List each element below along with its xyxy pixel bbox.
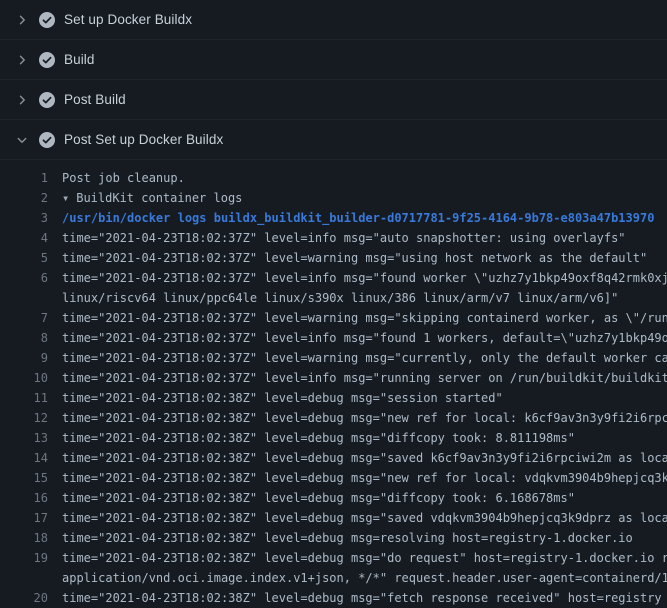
log-line: 4 time="2021-04-23T18:02:37Z" level=info… (0, 228, 667, 248)
log-line: 11 time="2021-04-23T18:02:38Z" level=deb… (0, 388, 667, 408)
caret-down-icon[interactable]: ▾ (62, 188, 69, 208)
step-section-build[interactable]: Build (0, 40, 667, 80)
chevron-right-icon (16, 54, 28, 66)
line-number[interactable]: 13 (0, 428, 48, 448)
chevron-right-icon (16, 94, 28, 106)
log-line: 5 time="2021-04-23T18:02:37Z" level=warn… (0, 248, 667, 268)
log-line: 9 time="2021-04-23T18:02:37Z" level=warn… (0, 348, 667, 368)
line-number[interactable]: 6 (0, 268, 48, 288)
actions-log-viewer: Set up Docker Buildx Build P (0, 0, 667, 608)
section-title: Build (64, 52, 95, 67)
log-text: time="2021-04-23T18:02:38Z" level=debug … (62, 508, 667, 528)
check-circle-icon (39, 12, 55, 28)
chevron-down-icon (16, 134, 28, 146)
log-line: 10 time="2021-04-23T18:02:37Z" level=inf… (0, 368, 667, 388)
log-text: time="2021-04-23T18:02:37Z" level=info m… (62, 368, 667, 388)
log-text: time="2021-04-23T18:02:38Z" level=debug … (62, 528, 633, 548)
line-number[interactable] (0, 568, 48, 588)
log-line: application/vnd.oci.image.index.v1+json,… (0, 568, 667, 588)
log-line: 6 time="2021-04-23T18:02:37Z" level=info… (0, 268, 667, 288)
log-line: 1 Post job cleanup. (0, 168, 667, 188)
section-title: Post Set up Docker Buildx (64, 132, 223, 147)
log-text: time="2021-04-23T18:02:38Z" level=debug … (62, 448, 667, 468)
log-line: 15 time="2021-04-23T18:02:38Z" level=deb… (0, 468, 667, 488)
line-number[interactable]: 3 (0, 208, 48, 228)
log-text: time="2021-04-23T18:02:38Z" level=debug … (62, 488, 575, 508)
line-number[interactable]: 9 (0, 348, 48, 368)
log-area: 1 Post job cleanup. 2 ▾ BuildKit contain… (0, 160, 667, 608)
log-line: 12 time="2021-04-23T18:02:38Z" level=deb… (0, 408, 667, 428)
line-number[interactable]: 16 (0, 488, 48, 508)
log-line: 2 ▾ BuildKit container logs (0, 188, 667, 208)
line-number[interactable]: 11 (0, 388, 48, 408)
line-number[interactable]: 2 (0, 188, 48, 208)
log-text: application/vnd.oci.image.index.v1+json,… (62, 568, 667, 588)
log-line: 19 time="2021-04-23T18:02:38Z" level=deb… (0, 548, 667, 568)
log-text: time="2021-04-23T18:02:38Z" level=debug … (62, 548, 667, 568)
log-line: 8 time="2021-04-23T18:02:37Z" level=info… (0, 328, 667, 348)
check-circle-icon (39, 52, 55, 68)
check-circle-icon (39, 132, 55, 148)
log-text: time="2021-04-23T18:02:37Z" level=info m… (62, 228, 626, 248)
section-title: Set up Docker Buildx (64, 12, 192, 27)
log-line: linux/riscv64 linux/ppc64le linux/s390x … (0, 288, 667, 308)
line-number[interactable]: 17 (0, 508, 48, 528)
line-number[interactable]: 12 (0, 408, 48, 428)
log-text: linux/riscv64 linux/ppc64le linux/s390x … (62, 288, 618, 308)
line-number[interactable]: 19 (0, 548, 48, 568)
log-line: 3 /usr/bin/docker logs buildx_buildkit_b… (0, 208, 667, 228)
log-line: 20 time="2021-04-23T18:02:38Z" level=deb… (0, 588, 667, 608)
log-line: 13 time="2021-04-23T18:02:38Z" level=deb… (0, 428, 667, 448)
log-text: time="2021-04-23T18:02:37Z" level=warnin… (62, 308, 667, 328)
line-number[interactable]: 7 (0, 308, 48, 328)
steps-list: Set up Docker Buildx Build P (0, 0, 667, 160)
log-line: 16 time="2021-04-23T18:02:38Z" level=deb… (0, 488, 667, 508)
log-text: time="2021-04-23T18:02:38Z" level=debug … (62, 428, 575, 448)
log-line: 7 time="2021-04-23T18:02:37Z" level=warn… (0, 308, 667, 328)
log-text: Post job cleanup. (62, 168, 185, 188)
line-number[interactable] (0, 288, 48, 308)
line-number[interactable]: 5 (0, 248, 48, 268)
step-section-set-up-docker-buildx[interactable]: Set up Docker Buildx (0, 0, 667, 40)
log-line: 14 time="2021-04-23T18:02:38Z" level=deb… (0, 448, 667, 468)
log-text: /usr/bin/docker logs buildx_buildkit_bui… (62, 208, 654, 228)
log-text: BuildKit container logs (76, 188, 242, 208)
log-text: time="2021-04-23T18:02:38Z" level=debug … (62, 468, 667, 488)
line-number[interactable]: 20 (0, 588, 48, 608)
log-text: time="2021-04-23T18:02:38Z" level=debug … (62, 408, 667, 428)
log-line: 18 time="2021-04-23T18:02:38Z" level=deb… (0, 528, 667, 548)
log-text: time="2021-04-23T18:02:37Z" level=info m… (62, 328, 667, 348)
log-text: time="2021-04-23T18:02:38Z" level=debug … (62, 588, 662, 608)
line-number[interactable]: 18 (0, 528, 48, 548)
log-text: time="2021-04-23T18:02:37Z" level=info m… (62, 268, 667, 288)
log-text: time="2021-04-23T18:02:37Z" level=warnin… (62, 348, 667, 368)
line-number[interactable]: 14 (0, 448, 48, 468)
step-section-post-build[interactable]: Post Build (0, 80, 667, 120)
chevron-right-icon (16, 14, 28, 26)
line-number[interactable]: 4 (0, 228, 48, 248)
line-number[interactable]: 8 (0, 328, 48, 348)
log-line: 17 time="2021-04-23T18:02:38Z" level=deb… (0, 508, 667, 528)
check-circle-icon (39, 92, 55, 108)
log-text: time="2021-04-23T18:02:38Z" level=debug … (62, 388, 503, 408)
line-number[interactable]: 10 (0, 368, 48, 388)
step-section-post-set-up-docker-buildx[interactable]: Post Set up Docker Buildx (0, 120, 667, 160)
log-text: time="2021-04-23T18:02:37Z" level=warnin… (62, 248, 647, 268)
line-number[interactable]: 15 (0, 468, 48, 488)
section-title: Post Build (64, 92, 126, 107)
line-number[interactable]: 1 (0, 168, 48, 188)
